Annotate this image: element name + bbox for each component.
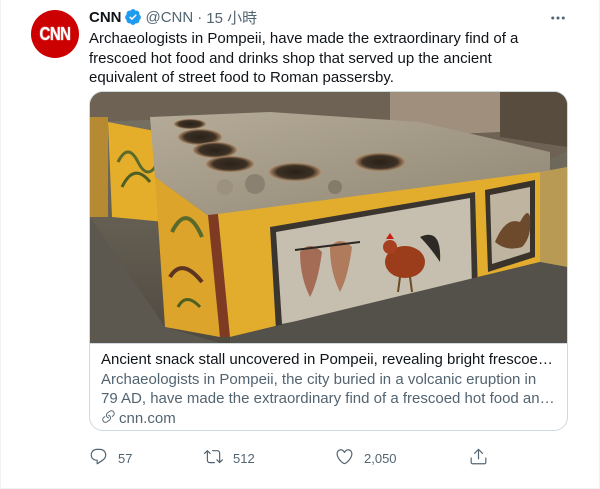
tweet-timestamp[interactable]: 15 小時 (206, 7, 257, 28)
tweet-actions: 57 512 2,050 (85, 446, 505, 470)
separator-dot: · (197, 8, 203, 26)
reply-button[interactable]: 57 (89, 447, 132, 469)
author-name[interactable]: CNN (89, 9, 122, 26)
card-title: Ancient snack stall uncovered in Pompeii… (101, 351, 556, 368)
reply-count: 57 (118, 450, 133, 466)
share-icon (469, 447, 488, 469)
tweet-header: CNN @CNN · 15 小時 (89, 6, 571, 28)
link-icon (101, 409, 116, 430)
link-card[interactable]: Ancient snack stall uncovered in Pompeii… (89, 91, 568, 431)
like-count: 2,050 (364, 450, 397, 466)
like-button[interactable]: 2,050 (335, 447, 397, 469)
avatar[interactable]: CNN (31, 10, 79, 58)
share-button[interactable] (469, 447, 488, 469)
tweet-content: CNN @CNN · 15 小時 Archaeologists in Pompe… (89, 6, 571, 88)
retweet-button[interactable]: 512 (204, 447, 255, 469)
card-domain-text: cnn.com (119, 410, 176, 427)
card-domain: cnn.com (101, 409, 556, 430)
card-description: Archaeologists in Pompeii, the city buri… (101, 370, 548, 408)
tweet-text: Archaeologists in Pompeii, have made the… (89, 30, 519, 86)
card-body: Ancient snack stall uncovered in Pompeii… (90, 343, 567, 430)
retweet-icon (204, 447, 223, 469)
verified-badge-icon (124, 8, 142, 26)
card-image (90, 92, 567, 343)
reply-icon (89, 447, 108, 469)
cnn-logo: CNN (39, 23, 72, 45)
heart-icon (335, 447, 354, 469)
retweet-count: 512 (233, 450, 255, 466)
author-handle[interactable]: @CNN (146, 9, 194, 26)
more-dots-icon[interactable] (547, 9, 569, 27)
pompeii-thermopolium-photo (90, 92, 567, 343)
tweet[interactable]: CNN CNN @CNN · 15 小時 Archaeologists in P… (0, 0, 600, 489)
